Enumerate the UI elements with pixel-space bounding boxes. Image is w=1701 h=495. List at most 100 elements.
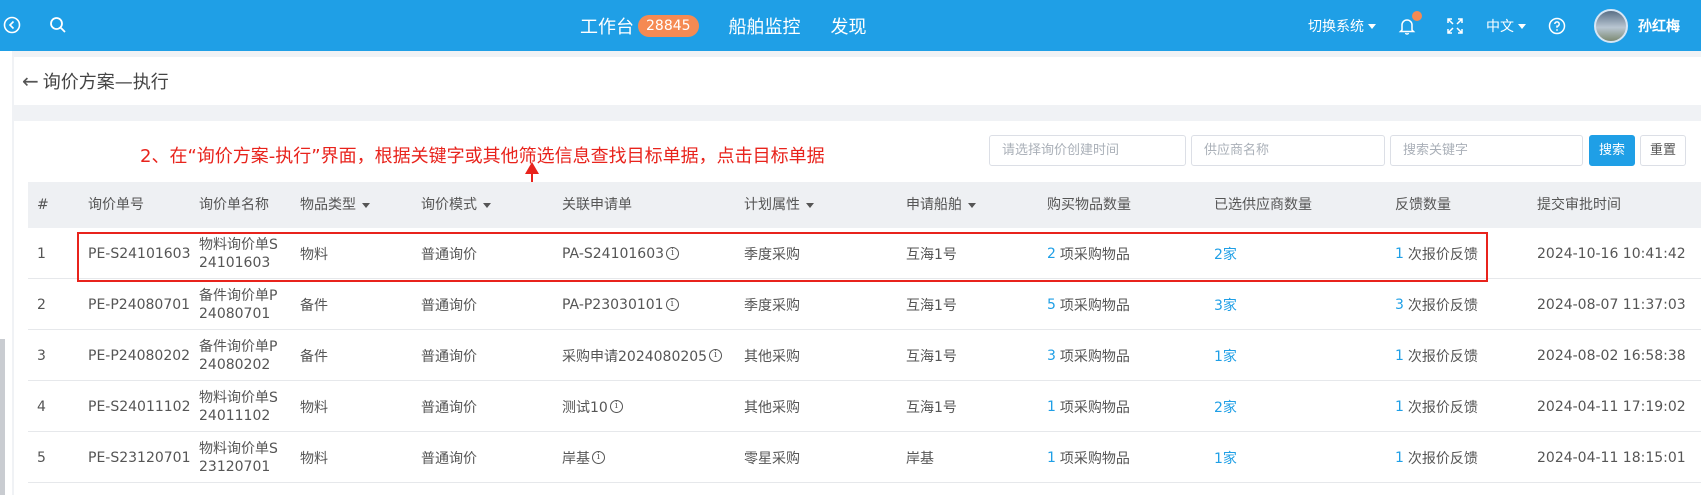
cell-quantity: 3 项采购物品 xyxy=(1047,330,1130,381)
nav-ship-monitor-label: 船舶监控 xyxy=(728,16,801,38)
column-header-submit-time: 提交审批时间 xyxy=(1537,197,1621,213)
quantity-text: 项采购物品 xyxy=(1059,348,1130,365)
cell-plan: 零星采购 xyxy=(744,432,800,483)
fullscreen-icon[interactable] xyxy=(1446,17,1464,35)
mode-value: 普通询价 xyxy=(421,450,477,467)
avatar[interactable] xyxy=(1594,8,1628,43)
quantity-count[interactable]: 5 xyxy=(1047,297,1056,313)
idx-value: 4 xyxy=(37,398,46,415)
cell-plan: 其他采购 xyxy=(744,381,800,432)
idx-value: 2 xyxy=(37,296,46,313)
nav-workbench[interactable]: 工作台 28845 xyxy=(580,13,699,39)
idx-value: 1 xyxy=(37,245,46,262)
chevron-down-icon xyxy=(1518,24,1526,29)
cell-mode: 普通询价 xyxy=(421,330,477,381)
back-circle-icon[interactable] xyxy=(0,13,24,37)
side-scrollbar[interactable] xyxy=(0,339,5,495)
creation-date-picker[interactable]: 请选择询价创建时间 xyxy=(989,135,1186,166)
language-menu[interactable]: 中文 xyxy=(1486,16,1526,36)
info-icon[interactable]: i xyxy=(592,451,605,464)
table-row[interactable]: 2 PE-P24080701 备件询价单P24080701 备件 普通询价 PA-P230… xyxy=(28,279,1701,330)
instruction-annotation: 2、在“询价方案-执行”界面，根据关键字或其他筛选信息查找目标单据，点击目标单据 xyxy=(140,146,825,167)
search-icon[interactable] xyxy=(46,13,70,37)
feedback-count[interactable]: 1 xyxy=(1395,450,1404,466)
column-header-item-type[interactable]: 物品类型 xyxy=(300,182,370,228)
cell-request: 采购申请2024080205 i xyxy=(562,330,723,381)
bell-icon[interactable] xyxy=(1398,10,1422,35)
suppliers-value[interactable]: 1家 xyxy=(1214,346,1237,366)
notification-count-badge: 28845 xyxy=(638,14,699,37)
mode-value: 普通询价 xyxy=(421,348,477,365)
supplier-name-input[interactable]: 供应商名称 xyxy=(1191,135,1385,166)
column-header-suppliers: 已选供应商数量 xyxy=(1214,197,1312,213)
feedback-count[interactable]: 1 xyxy=(1395,348,1404,364)
table-row[interactable]: 3 PE-P24080202 备件询价单P24080202 备件 普通询价 采购申请202… xyxy=(28,330,1701,381)
cell-type: 物料 xyxy=(300,381,328,432)
info-icon[interactable]: i xyxy=(709,349,723,362)
quantity-text: 项采购物品 xyxy=(1059,297,1130,314)
cell-type: 物料 xyxy=(300,432,328,483)
quantity-count[interactable]: 3 xyxy=(1047,348,1056,364)
cell-mode: 普通询价 xyxy=(421,279,477,330)
suppliers-value[interactable]: 2家 xyxy=(1214,397,1237,417)
username[interactable]: 孙红梅 xyxy=(1638,16,1680,36)
quantity-count[interactable]: 1 xyxy=(1047,450,1056,466)
page-title: 询价方案—执行 xyxy=(42,72,169,93)
reset-button[interactable]: 重置 xyxy=(1640,135,1686,166)
code-value: PE-P24080202 xyxy=(88,347,191,364)
ship-value: 岸基 xyxy=(906,450,934,467)
type-value: 物料 xyxy=(300,399,328,416)
suppliers-value[interactable]: 1家 xyxy=(1214,448,1237,468)
info-icon[interactable]: i xyxy=(665,298,679,311)
info-icon[interactable]: i xyxy=(609,400,623,413)
feedback-text: 次报价反馈 xyxy=(1407,348,1478,365)
filter-caret-icon xyxy=(362,202,370,208)
table-row[interactable]: 4 PE-S24011102 物料询价单S24011102 物料 普通询价 测试10 i 其他… xyxy=(28,381,1701,432)
name-value: 物料询价单S23120701 xyxy=(199,440,278,475)
feedback-text: 次报价反馈 xyxy=(1407,450,1478,467)
cell-time: 2024-04-11 17:19:02 xyxy=(1537,381,1686,432)
cell-quantity: 1 项采购物品 xyxy=(1047,381,1130,432)
suppliers-value[interactable]: 3家 xyxy=(1214,295,1237,315)
time-value: 2024-04-11 18:15:01 xyxy=(1537,449,1686,466)
ship-label: 申请船舶 xyxy=(906,197,962,213)
plan-label: 计划属性 xyxy=(744,197,800,213)
ship-value: 互海1号 xyxy=(906,399,957,416)
request-value: 采购申请2024080205 xyxy=(562,348,708,365)
nav-discover[interactable]: 发现 xyxy=(831,13,867,39)
column-header-ship[interactable]: 申请船舶 xyxy=(906,182,976,228)
switch-system-menu[interactable]: 切换系统 xyxy=(1308,16,1376,36)
help-icon[interactable] xyxy=(1548,17,1566,35)
cell-code: PE-P24080202 xyxy=(88,330,190,381)
cell-idx: 5 xyxy=(37,432,46,483)
mode-value: 普通询价 xyxy=(421,399,477,416)
column-header-mode[interactable]: 询价模式 xyxy=(421,182,491,228)
column-header-plan[interactable]: 计划属性 xyxy=(744,182,814,228)
column-header-feedback: 反馈数量 xyxy=(1395,197,1451,213)
feedback-count[interactable]: 1 xyxy=(1395,399,1404,415)
cell-plan: 季度采购 xyxy=(744,279,800,330)
code-value: PE-S23120701 xyxy=(88,449,191,466)
cell-feedback: 1 次报价反馈 xyxy=(1395,381,1478,432)
cell-name: 物料询价单S23120701 xyxy=(199,432,281,483)
table-row[interactable]: 5 PE-S23120701 物料询价单S23120701 物料 普通询价 岸基 i 零星采购… xyxy=(28,432,1701,483)
filter-caret-icon xyxy=(968,202,976,208)
quantity-count[interactable]: 1 xyxy=(1047,399,1056,415)
cell-code: PE-S24011102 xyxy=(88,381,190,432)
cell-name: 物料询价单S24011102 xyxy=(199,381,281,432)
feedback-count[interactable]: 3 xyxy=(1395,297,1404,313)
cell-suppliers: 1家 xyxy=(1214,432,1237,483)
cell-feedback: 3 次报价反馈 xyxy=(1395,279,1478,330)
time-value: 2024-10-16 10:41:42 xyxy=(1537,245,1686,262)
cell-ship: 互海1号 xyxy=(906,381,957,432)
code-value: PE-S24011102 xyxy=(88,398,191,415)
nav-ship-monitor[interactable]: 船舶监控 xyxy=(729,13,801,39)
mode-value: 普通询价 xyxy=(421,297,477,314)
cell-name: 备件询价单P24080202 xyxy=(199,330,281,381)
search-button[interactable]: 搜索 xyxy=(1589,135,1635,166)
request-value: PA-P23030101 xyxy=(562,296,664,313)
idx-value: 3 xyxy=(37,347,46,364)
back-arrow-icon[interactable]: ← xyxy=(22,69,39,93)
cell-time: 2024-08-02 16:58:38 xyxy=(1537,330,1686,381)
keyword-search-input[interactable]: 搜索关键字 xyxy=(1390,135,1583,166)
